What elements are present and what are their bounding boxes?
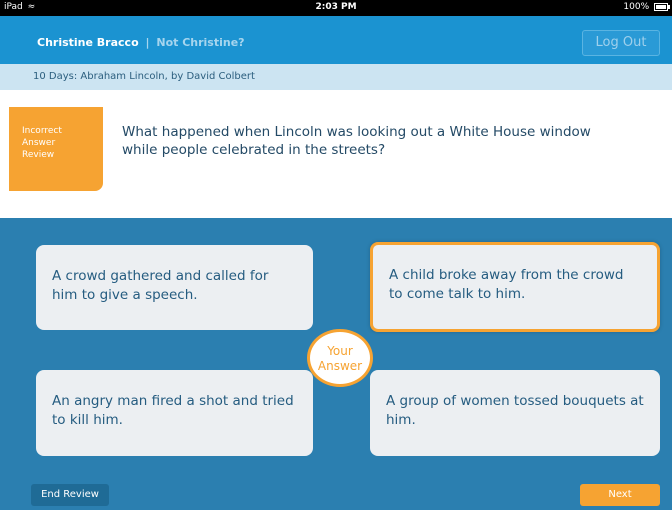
battery-icon bbox=[654, 2, 670, 11]
user-info: Christine Bracco | Not Christine? bbox=[37, 36, 245, 49]
your-answer-badge: Your Answer bbox=[307, 329, 373, 387]
clock: 2:03 PM bbox=[315, 2, 357, 12]
bottom-bar: End Review Next bbox=[0, 480, 672, 510]
book-bar: 10 Days: Abraham Lincoln, by David Colbe… bbox=[0, 64, 672, 90]
question-text: What happened when Lincoln was looking o… bbox=[122, 124, 591, 158]
battery-percent: 100% bbox=[623, 2, 650, 12]
tag-line-1: Incorrect bbox=[22, 126, 62, 136]
your-answer-line-1: Your bbox=[327, 344, 353, 358]
not-user-link[interactable]: Not Christine? bbox=[156, 36, 244, 49]
tag-line-3: Review bbox=[22, 150, 55, 160]
answers-area: A crowd gathered and called for him to g… bbox=[0, 218, 672, 480]
incorrect-answer-review-tag: Incorrect Answer Review bbox=[9, 107, 103, 191]
top-bar: Christine Bracco | Not Christine? Log Ou… bbox=[0, 16, 672, 64]
answer-option-3[interactable]: An angry man fired a shot and tried to k… bbox=[36, 370, 313, 456]
user-name: Christine Bracco bbox=[37, 36, 139, 49]
answer-option-2-selected[interactable]: A child broke away from the crowd to com… bbox=[370, 242, 660, 332]
end-review-button[interactable]: End Review bbox=[31, 484, 109, 506]
answer-option-1[interactable]: A crowd gathered and called for him to g… bbox=[36, 245, 313, 330]
status-bar: iPad ≈ 2:03 PM 100% bbox=[0, 0, 672, 16]
logout-button[interactable]: Log Out bbox=[582, 30, 660, 56]
question-area: Incorrect Answer Review What happened wh… bbox=[0, 90, 672, 218]
next-button[interactable]: Next bbox=[580, 484, 660, 506]
your-answer-line-2: Answer bbox=[317, 359, 363, 373]
separator: | bbox=[145, 36, 150, 49]
book-title: 10 Days: Abraham Lincoln, by David Colbe… bbox=[33, 71, 255, 82]
tag-line-2: Answer bbox=[22, 138, 56, 148]
answer-option-4[interactable]: A group of women tossed bouquets at him. bbox=[370, 370, 660, 456]
status-right: 100% bbox=[623, 2, 670, 12]
